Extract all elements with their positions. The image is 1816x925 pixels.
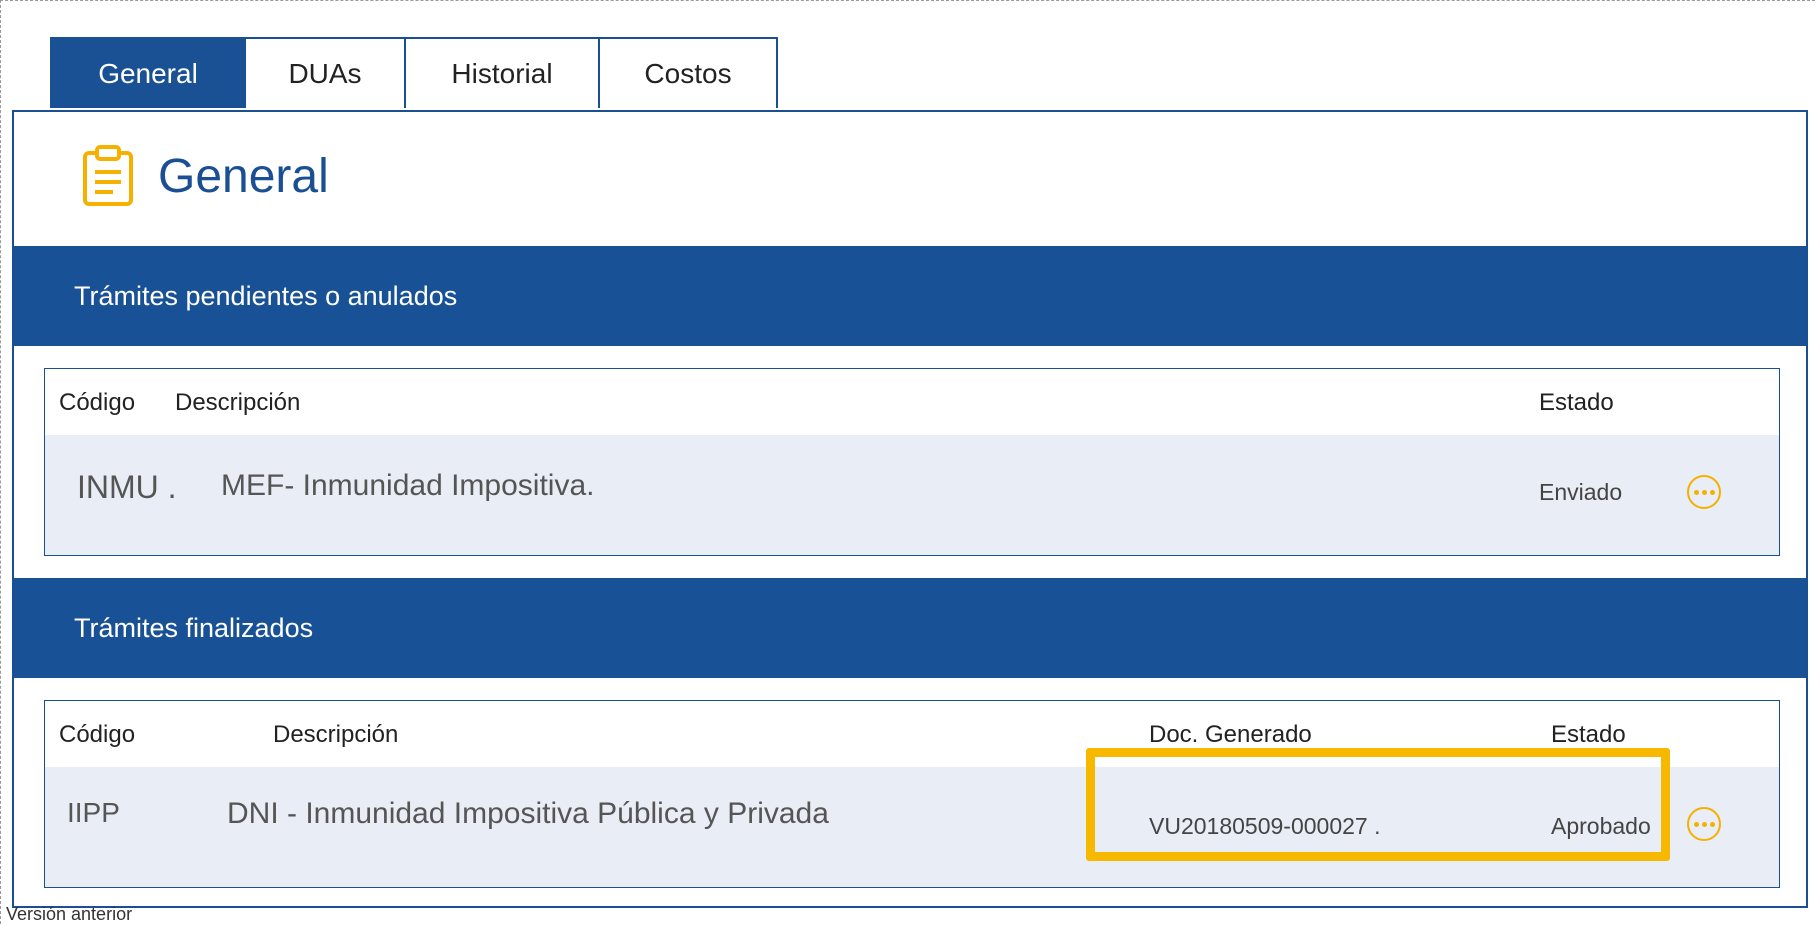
row-status: Enviado — [1539, 479, 1623, 505]
pending-col-status: Estado — [1539, 389, 1614, 416]
row-code: INMU . — [77, 469, 177, 505]
finished-section-title: Trámites finalizados — [74, 612, 314, 643]
pending-col-description: Descripción — [175, 389, 301, 416]
page-title: General — [158, 149, 329, 203]
page-header: General — [82, 141, 329, 211]
finished-col-description: Descripción — [273, 721, 399, 748]
finished-section-header: Trámites finalizados — [14, 578, 1806, 678]
more-options-icon[interactable] — [1687, 475, 1721, 509]
tab-duas[interactable]: DUAs — [244, 37, 406, 108]
pending-table: Código Descripción Estado INMU . MEF- In… — [44, 368, 1780, 556]
tab-general[interactable]: General — [50, 37, 246, 108]
more-options-icon[interactable] — [1687, 807, 1721, 841]
table-row[interactable]: INMU . MEF- Inmunidad Impositiva. Enviad… — [45, 435, 1779, 555]
pending-section-header: Trámites pendientes o anulados — [14, 246, 1806, 346]
tab-historial[interactable]: Historial — [404, 37, 600, 108]
row-code: IIPP — [67, 797, 120, 828]
pending-table-header: Código Descripción Estado — [45, 369, 1779, 435]
row-description: DNI - Inmunidad Impositiva Pública y Pri… — [227, 797, 829, 830]
finished-col-status: Estado — [1551, 721, 1626, 748]
finished-col-code: Código — [59, 721, 136, 748]
pending-col-code: Código — [59, 389, 136, 416]
clipboard-icon — [83, 145, 133, 206]
tab-costos[interactable]: Costos — [598, 37, 778, 108]
row-description: MEF- Inmunidad Impositiva. — [221, 469, 595, 502]
pending-section-title: Trámites pendientes o anulados — [74, 280, 458, 311]
highlight-box — [1086, 748, 1670, 861]
previous-version-link[interactable]: Versión anterior — [6, 904, 132, 925]
finished-col-document: Doc. Generado — [1149, 721, 1312, 748]
tab-bar: General DUAs Historial Costos — [50, 37, 778, 110]
